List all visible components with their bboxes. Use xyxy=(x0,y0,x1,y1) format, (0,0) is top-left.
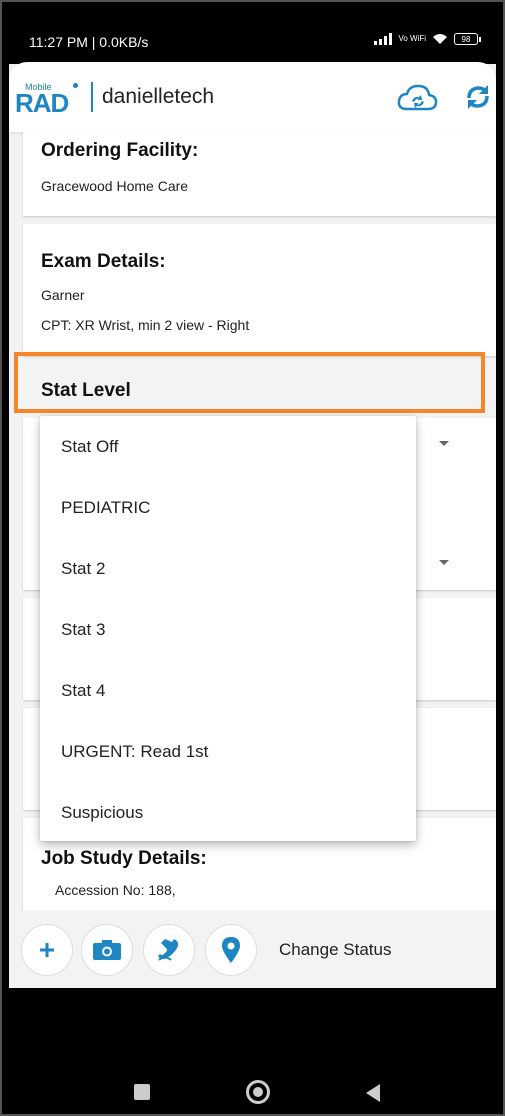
exam-patient-name: Garner xyxy=(41,287,85,303)
accession-number: Accession No: 188, xyxy=(55,882,176,898)
ordering-facility-title: Ordering Facility: xyxy=(41,140,199,161)
job-study-title: Job Study Details: xyxy=(41,848,207,869)
android-nav-bar xyxy=(0,1052,505,1116)
device-frame: 11:27 PM | 0.0KB/s Vo WiFi 98 Mobile RAD xyxy=(0,0,505,1116)
phone-icon xyxy=(158,939,179,961)
app-header: Mobile RAD danielletech xyxy=(9,62,496,132)
ordering-facility-value: Gracewood Home Care xyxy=(41,178,189,194)
logo-dot xyxy=(73,83,78,88)
status-time: 11:27 PM | 0.0KB/s xyxy=(29,34,149,50)
location-button[interactable] xyxy=(205,924,257,976)
menu-item-stat-4[interactable]: Stat 4 xyxy=(40,666,416,716)
menu-item-stat-3[interactable]: Stat 3 xyxy=(40,605,416,655)
status-icons: Vo WiFi 98 xyxy=(374,33,481,45)
signal-icon xyxy=(374,33,393,45)
stat-level-highlight xyxy=(14,352,485,413)
mobilerad-logo: Mobile RAD xyxy=(9,82,85,118)
menu-item-pediatric[interactable]: PEDIATRIC xyxy=(40,483,416,533)
menu-item-suspicious[interactable]: Suspicious xyxy=(40,788,416,838)
ordering-facility-card: Ordering Facility: Gracewood Home Care xyxy=(23,132,496,216)
home-icon[interactable] xyxy=(246,1080,270,1104)
refresh-button[interactable] xyxy=(461,80,495,114)
camera-button[interactable] xyxy=(81,924,133,976)
menu-item-stat-off[interactable]: Stat Off xyxy=(40,422,416,472)
cloud-sync-button[interactable] xyxy=(395,81,439,115)
exam-details-title: Exam Details: xyxy=(41,251,166,272)
volte-label: Vo WiFi xyxy=(398,34,426,43)
cloud-sync-icon xyxy=(397,84,438,111)
status-bar: 11:27 PM | 0.0KB/s Vo WiFi 98 xyxy=(9,14,496,64)
refresh-icon xyxy=(467,85,489,109)
chevron-down-icon[interactable] xyxy=(439,441,449,446)
menu-item-urgent[interactable]: URGENT: Read 1st xyxy=(40,727,416,777)
menu-item-stat-2[interactable]: Stat 2 xyxy=(40,544,416,594)
username: danielletech xyxy=(102,85,215,108)
wifi-icon xyxy=(433,34,447,44)
battery-icon: 98 xyxy=(454,33,481,45)
back-icon[interactable] xyxy=(366,1084,380,1102)
chevron-down-icon[interactable] xyxy=(439,560,449,565)
recent-apps-icon[interactable] xyxy=(134,1084,150,1100)
camera-icon xyxy=(93,940,121,960)
call-button[interactable] xyxy=(143,924,195,976)
location-pin-icon xyxy=(222,937,240,963)
app-screen: 11:27 PM | 0.0KB/s Vo WiFi 98 Mobile RAD xyxy=(9,14,496,988)
header-divider xyxy=(91,82,93,112)
add-button[interactable] xyxy=(21,924,73,976)
action-bar: Change Status xyxy=(9,910,496,988)
stat-level-dropdown-menu: Stat Off PEDIATRIC Stat 2 Stat 3 Stat 4 … xyxy=(40,416,416,841)
exam-details-card: Exam Details: Garner CPT: XR Wrist, min … xyxy=(23,224,496,356)
change-status-button[interactable]: Change Status xyxy=(279,940,391,960)
battery-level: 98 xyxy=(461,34,471,44)
exam-cpt: CPT: XR Wrist, min 2 view - Right xyxy=(41,317,250,333)
logo-big-text: RAD xyxy=(15,88,69,118)
add-icon xyxy=(40,943,54,957)
